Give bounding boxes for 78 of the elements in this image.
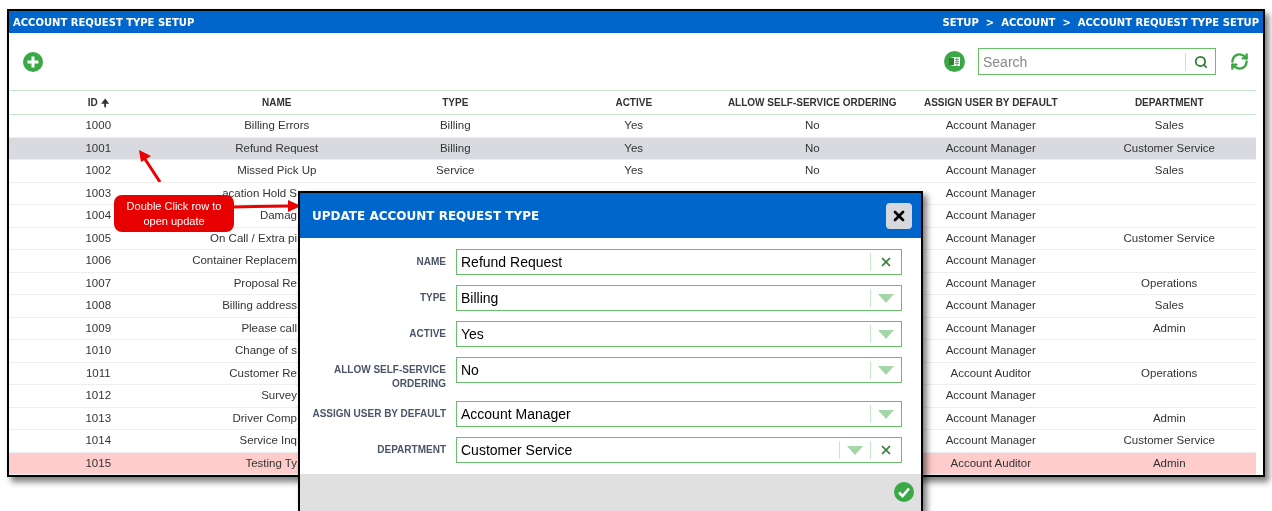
table-cell-text: 1007 [85, 275, 112, 291]
table-cell-text: Account Manager [945, 388, 1036, 404]
table-cell-text: Sales [1154, 298, 1184, 314]
table-cell-text: Service [436, 163, 475, 179]
table-cell-text: 1006 [85, 253, 112, 269]
table-cell-text: Change of s [235, 343, 297, 359]
table-cell-text: Billing address [222, 298, 297, 314]
table-cell-text: 1003 [85, 185, 112, 201]
table-cell-text: Account Manager [945, 433, 1036, 449]
table-cell-text: Account Manager [945, 275, 1036, 291]
table-cell-text: Customer Service [1123, 433, 1215, 449]
table-cell-text: Customer Service [1123, 140, 1215, 156]
table-cell-text: 1011 [85, 365, 111, 381]
table-cell-text: No [804, 118, 820, 134]
table-cell-text: No [804, 163, 820, 179]
field-label: NAME [415, 255, 446, 269]
table-cell-text: Admin [1152, 320, 1186, 336]
table-cell-text: Billing Errors [244, 118, 310, 134]
table-cell-text: Customer Re [229, 365, 297, 381]
table-cell-text: 1009 [85, 320, 112, 336]
table-cell-text: 1015 [85, 455, 112, 471]
field-label: ALLOW SELF-SERVICE ORDERING [332, 363, 446, 391]
field-label: ACTIVE [408, 327, 446, 341]
table-cell-text: 1010 [85, 343, 112, 359]
table-cell-text: Account Manager [945, 253, 1036, 269]
table-cell-text: Damag [259, 208, 297, 224]
table-cell-text: Refund Request [235, 140, 319, 156]
table-cell-text: Operations [1141, 365, 1198, 381]
table-cell-text: Please call [241, 320, 297, 336]
table-cell-text: 1002 [85, 163, 112, 179]
table-cell-text: Survey [261, 388, 297, 404]
dialog-title: UPDATE ACCOUNT REQUEST TYPE [312, 207, 540, 225]
table-cell-text: Account Manager [945, 208, 1036, 224]
table-cell-text: Account Manager [945, 410, 1036, 426]
table-cell-text: 1005 [85, 230, 112, 246]
table-cell-text: Yes [624, 163, 644, 179]
table-cell-text: 1014 [85, 433, 112, 449]
window-title: ACCOUNT REQUEST TYPE SETUP [13, 15, 195, 30]
breadcrumb-separator: > [1062, 15, 1071, 30]
table-cell-text: Admin [1152, 455, 1186, 471]
table-cell-text: Sales [1154, 163, 1184, 179]
table-cell-text: 1001 [85, 140, 112, 156]
table-cell-text: Account Manager [945, 230, 1036, 246]
table-cell-text: Account Manager [945, 118, 1036, 134]
table-cell-text: 1013 [85, 410, 112, 426]
table-cell-text: Testing Ty [245, 455, 297, 471]
table-cell-text: 1004 [85, 208, 112, 224]
table-cell-text: Account Auditor [950, 365, 1032, 381]
table-cell-text: Sales [1154, 118, 1184, 134]
table-cell-text: Customer Service [1123, 230, 1215, 246]
table-cell-text: Account Manager [945, 140, 1036, 156]
table-cell-text: 1012 [85, 388, 112, 404]
table-cell-text: On Call / Extra pi [210, 230, 297, 246]
table-cell-text: Account Manager [945, 185, 1036, 201]
table-cell-text: Proposal Re [233, 275, 297, 291]
table-cell-text: Account Manager [945, 343, 1036, 359]
table-cell-text: Admin [1152, 410, 1186, 426]
table-cell-text: Yes [624, 140, 644, 156]
table-cell-text: Yes [624, 118, 644, 134]
field-label: TYPE [418, 291, 446, 305]
table-cell-text: Driver Comp [232, 410, 297, 426]
table-cell-text: Missed Pick Up [237, 163, 317, 179]
table-cell-text: Service Inq [239, 433, 297, 449]
table-cell-text: Account Auditor [950, 455, 1032, 471]
table-cell-text: Container Replacem [192, 253, 297, 269]
table-cell-text: 1008 [85, 298, 112, 314]
breadcrumb-separator: > [985, 15, 995, 30]
field-label: DEPARTMENT [376, 443, 446, 457]
field-label: ASSIGN USER BY DEFAULT [311, 407, 446, 421]
table-cell-text: Account Manager [945, 320, 1036, 336]
table-cell-text: Operations [1141, 275, 1198, 291]
sort-arrow: 🠉 [100, 96, 109, 110]
table-cell-text: Billing [439, 140, 471, 156]
table-cell-text: No [804, 140, 820, 156]
table-cell-text: Billing [439, 118, 471, 134]
table-cell-text: Account Manager [945, 163, 1036, 179]
table-cell-text: Account Manager [945, 298, 1036, 314]
table-cell-text: 1000 [85, 118, 112, 134]
